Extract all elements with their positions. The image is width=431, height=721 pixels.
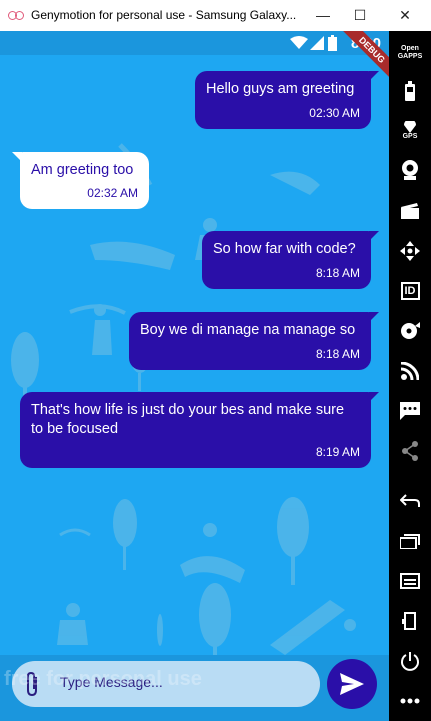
disk-icon[interactable]: [394, 317, 426, 345]
id-icon[interactable]: ID: [394, 277, 426, 305]
bubble-tail: [369, 312, 379, 322]
device-screen: 8:20 DEBUG Hello guys am greeting: [0, 31, 389, 721]
battery-status-icon: [328, 35, 337, 51]
share-icon[interactable]: [394, 437, 426, 465]
gps-icon[interactable]: GPS: [394, 116, 426, 144]
battery-icon[interactable]: [394, 77, 426, 105]
window-titlebar: Genymotion for personal use - Samsung Ga…: [0, 0, 431, 32]
rss-icon[interactable]: [394, 357, 426, 385]
message-text: That's how life is just do your bes and …: [31, 402, 345, 437]
sms-icon[interactable]: [394, 397, 426, 425]
message-text: So how far with code?: [213, 241, 356, 257]
message-text: Boy we di manage na manage so: [140, 322, 356, 338]
volume-down-icon[interactable]: [394, 607, 426, 635]
genymotion-toolbar: Open GAPPS GPS ID: [389, 31, 431, 721]
message-time: 02:32 AM: [87, 186, 138, 200]
watermark-text: free for personal use: [4, 668, 202, 690]
signal-icon: [310, 36, 324, 50]
menu-icon[interactable]: [394, 567, 426, 595]
message-bubble-outgoing[interactable]: Hello guys am greeting 02:30 AM: [195, 71, 379, 129]
power-icon[interactable]: [394, 647, 426, 675]
bubble-tail: [369, 71, 379, 81]
more-icon[interactable]: [394, 687, 426, 715]
gps-label: GPS: [402, 132, 418, 140]
bubble-tail: [369, 231, 379, 241]
message-time: 8:18 AM: [315, 266, 360, 280]
window-title: Genymotion for personal use - Samsung Ga…: [31, 8, 296, 22]
minimize-button[interactable]: —: [311, 4, 335, 26]
close-button[interactable]: ✕: [393, 4, 417, 26]
message-time: 02:30 AM: [309, 106, 360, 120]
bubble-tail: [369, 392, 379, 402]
message-text: Hello guys am greeting: [206, 81, 355, 97]
message-bubble-incoming[interactable]: Am greeting too 02:32 AM: [12, 152, 149, 209]
clapper-icon[interactable]: [394, 197, 426, 225]
message-bubble-outgoing[interactable]: So how far with code? 8:18 AM: [202, 231, 379, 289]
open-gapps-icon[interactable]: Open GAPPS: [394, 39, 426, 67]
bubble-tail: [12, 152, 22, 162]
send-icon: [340, 673, 364, 695]
webcam-icon[interactable]: [394, 156, 426, 184]
send-button[interactable]: [327, 659, 377, 709]
message-text: Am greeting too: [31, 162, 134, 178]
genymotion-logo-icon: [8, 9, 26, 21]
message-bubble-outgoing[interactable]: Boy we di manage na manage so 8:18 AM: [129, 312, 379, 370]
message-time: 8:19 AM: [315, 445, 360, 459]
maximize-button[interactable]: ☐: [348, 4, 372, 26]
wifi-icon: [290, 36, 308, 49]
id-label: ID: [400, 282, 420, 300]
status-bar: 8:20 DEBUG: [0, 31, 389, 82]
message-bubble-outgoing[interactable]: That's how life is just do your bes and …: [20, 392, 379, 468]
message-time: 8:18 AM: [315, 347, 360, 361]
back-icon[interactable]: [394, 487, 426, 515]
recent-apps-icon[interactable]: [394, 527, 426, 555]
dpad-icon[interactable]: [394, 237, 426, 265]
